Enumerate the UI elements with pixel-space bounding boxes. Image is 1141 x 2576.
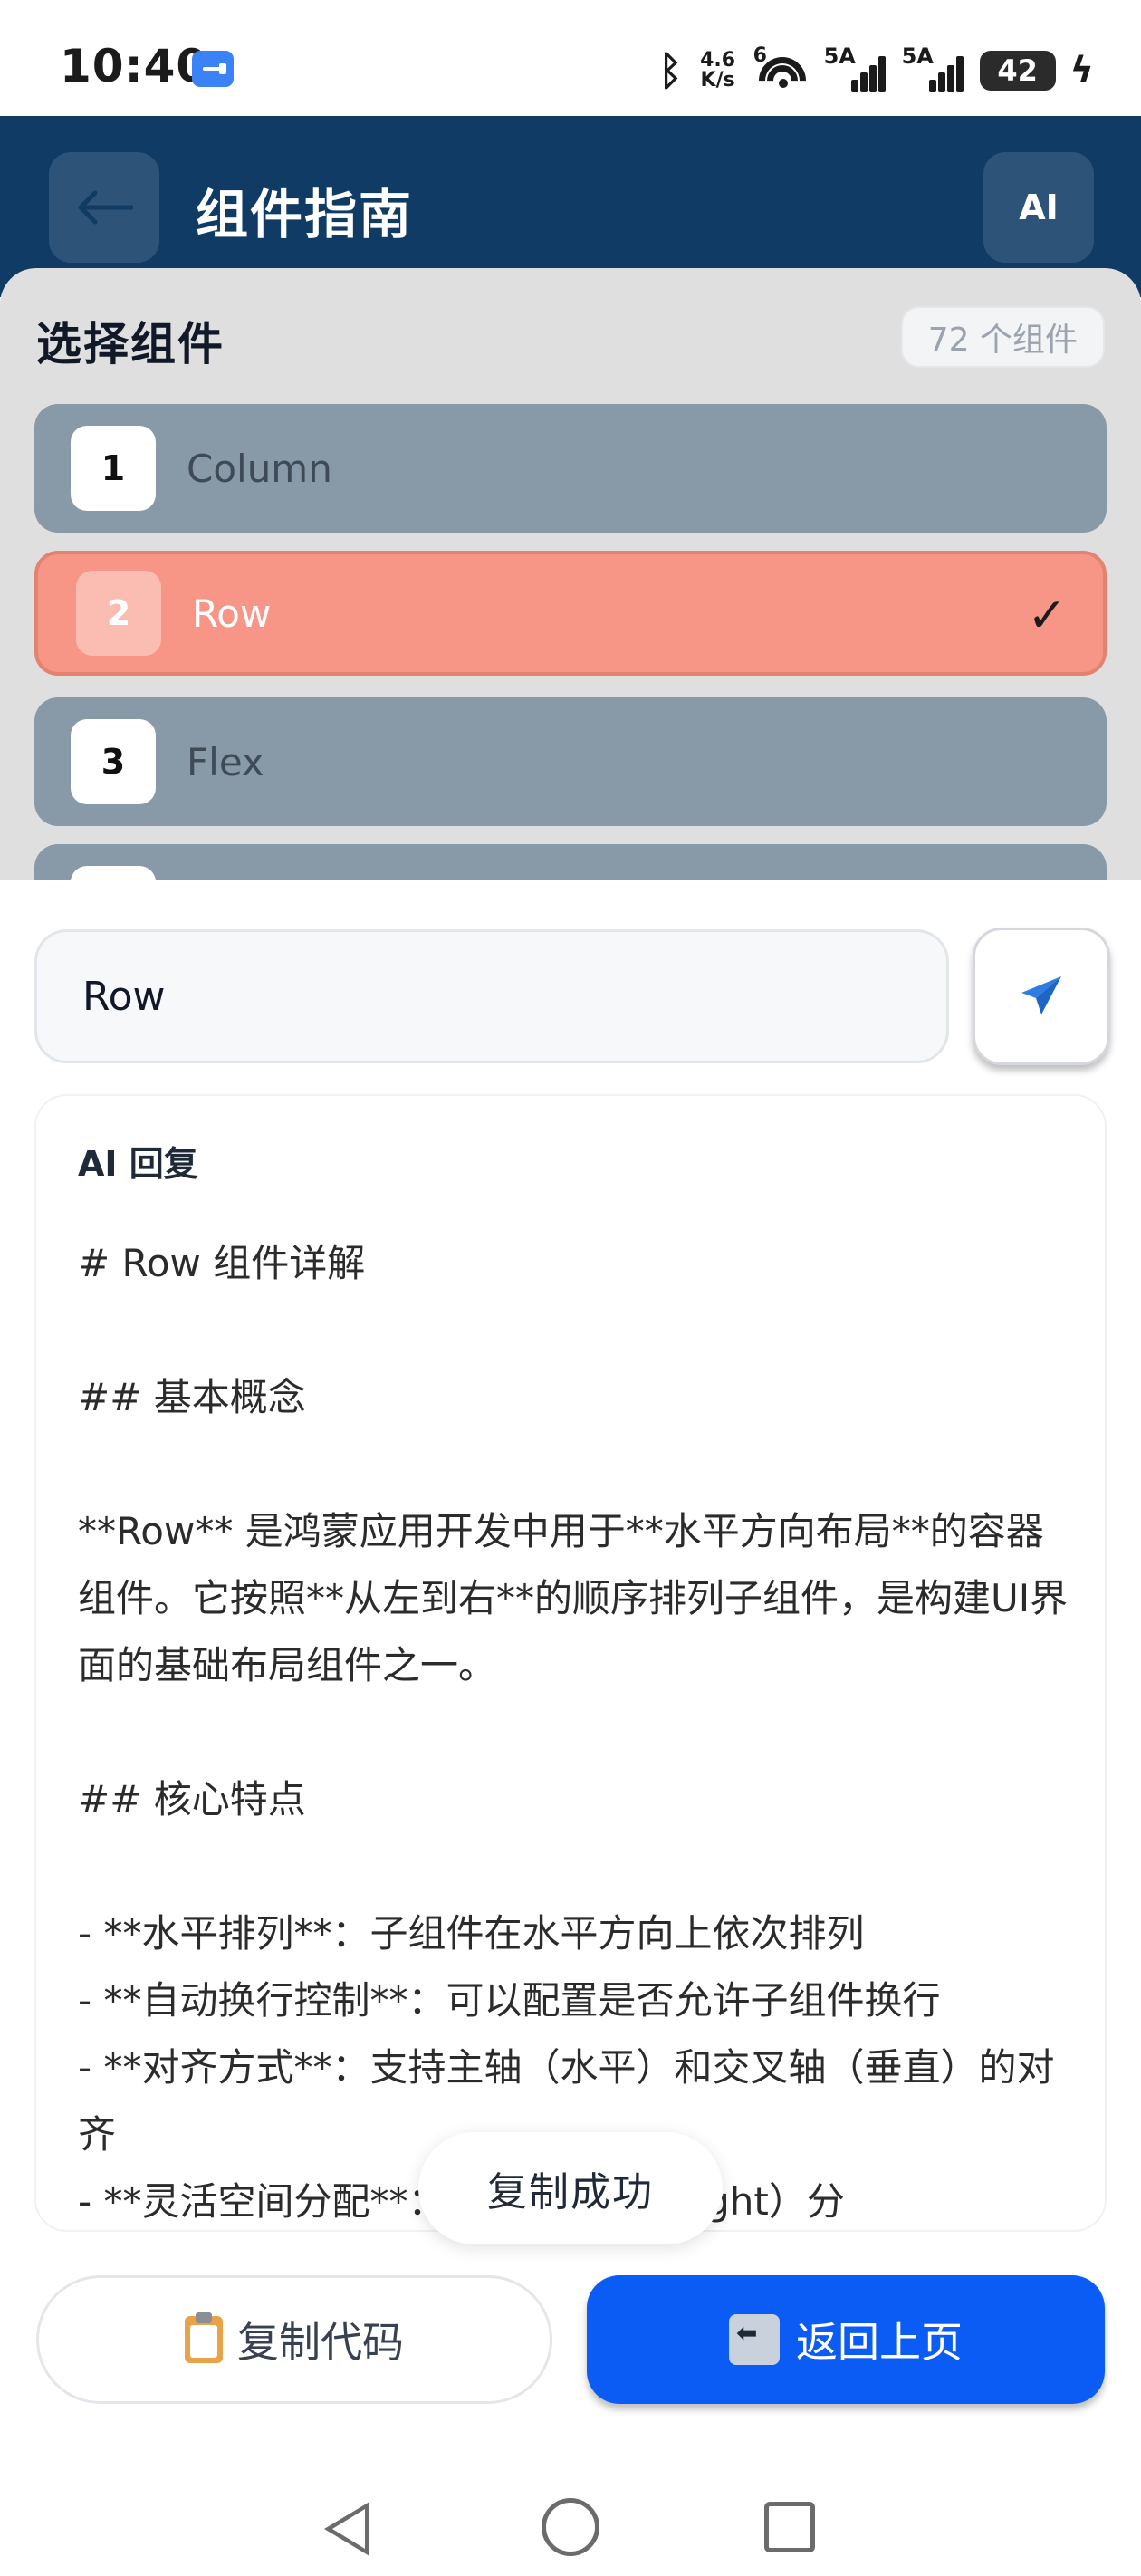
nav-home-icon[interactable] — [542, 2498, 599, 2556]
component-item-flex[interactable]: 3 Flex — [34, 697, 1107, 826]
component-query-input[interactable] — [34, 929, 949, 1063]
battery-icon: 42 — [979, 51, 1056, 91]
charging-icon: ϟ — [1069, 50, 1094, 91]
send-button[interactable] — [973, 928, 1110, 1065]
screen: 10:40 ᛒ 4.6 K/s 6 5A 5A 42 ϟ 组件指南 AI 选择组… — [0, 0, 1141, 2576]
component-item-partial[interactable] — [34, 844, 1107, 880]
item-name: Row — [192, 591, 272, 636]
component-item-column[interactable]: 1 Column — [34, 404, 1107, 533]
battery-level: 42 — [997, 53, 1038, 88]
copy-code-button[interactable]: 复制代码 — [36, 2275, 552, 2404]
back-button[interactable] — [49, 152, 159, 263]
back-arrow-icon: ⬅ — [729, 2314, 780, 2365]
signal-icon-1: 5A — [824, 43, 887, 92]
bluetooth-icon: ᛒ — [658, 47, 683, 94]
item-name: Flex — [187, 739, 264, 784]
nav-back-icon[interactable] — [324, 2502, 369, 2556]
component-count-badge: 72 个组件 — [900, 306, 1105, 368]
back-to-previous-button[interactable]: ⬅ 返回上页 — [587, 2275, 1105, 2404]
send-icon — [1021, 976, 1061, 1014]
network-speed: 4.6 K/s — [700, 49, 736, 91]
status-icons: ᛒ 4.6 K/s 6 5A 5A 42 ϟ — [658, 43, 1094, 114]
copy-success-toast: 复制成功 — [418, 2132, 723, 2244]
signal-icon-2: 5A — [902, 43, 965, 92]
copy-code-label: 复制代码 — [237, 2318, 404, 2367]
status-bar: 10:40 ᛒ 4.6 K/s 6 5A 5A 42 ϟ — [0, 0, 1141, 116]
item-number: 2 — [76, 571, 161, 656]
reply-content: # Row 组件详解 ## 基本概念 **Row** 是鸿蒙应用开发中用于**水… — [78, 1241, 1069, 2224]
ai-reply-card: AI 回复 # Row 组件详解 ## 基本概念 **Row** 是鸿蒙应用开发… — [34, 1094, 1107, 2232]
checkmark-icon: ✓ — [1027, 589, 1067, 643]
item-number: 3 — [71, 719, 156, 804]
arrow-left-icon — [78, 190, 133, 225]
status-time: 10:40 — [60, 40, 209, 92]
item-name: Column — [187, 446, 332, 491]
item-number — [71, 866, 156, 880]
back-page-label: 返回上页 — [796, 2318, 963, 2367]
ai-button[interactable]: AI — [983, 152, 1094, 263]
component-item-row[interactable]: 2 Row ✓ — [34, 551, 1107, 676]
nav-recent-apps-icon[interactable] — [764, 2502, 815, 2552]
wifi-icon: 6 — [748, 44, 816, 114]
clipboard-icon — [185, 2312, 223, 2363]
selector-title: 选择组件 — [36, 318, 225, 370]
reply-label: AI 回复 — [78, 1144, 198, 1184]
usb-icon — [192, 51, 234, 87]
signal-tag-2: 5A — [901, 43, 934, 69]
signal-tag-1: 5A — [823, 43, 856, 69]
item-number: 1 — [71, 426, 156, 511]
page-title: 组件指南 — [196, 184, 414, 245]
component-selector-panel: 选择组件 72 个组件 1 Column 2 Row ✓ 3 Flex — [0, 268, 1141, 880]
